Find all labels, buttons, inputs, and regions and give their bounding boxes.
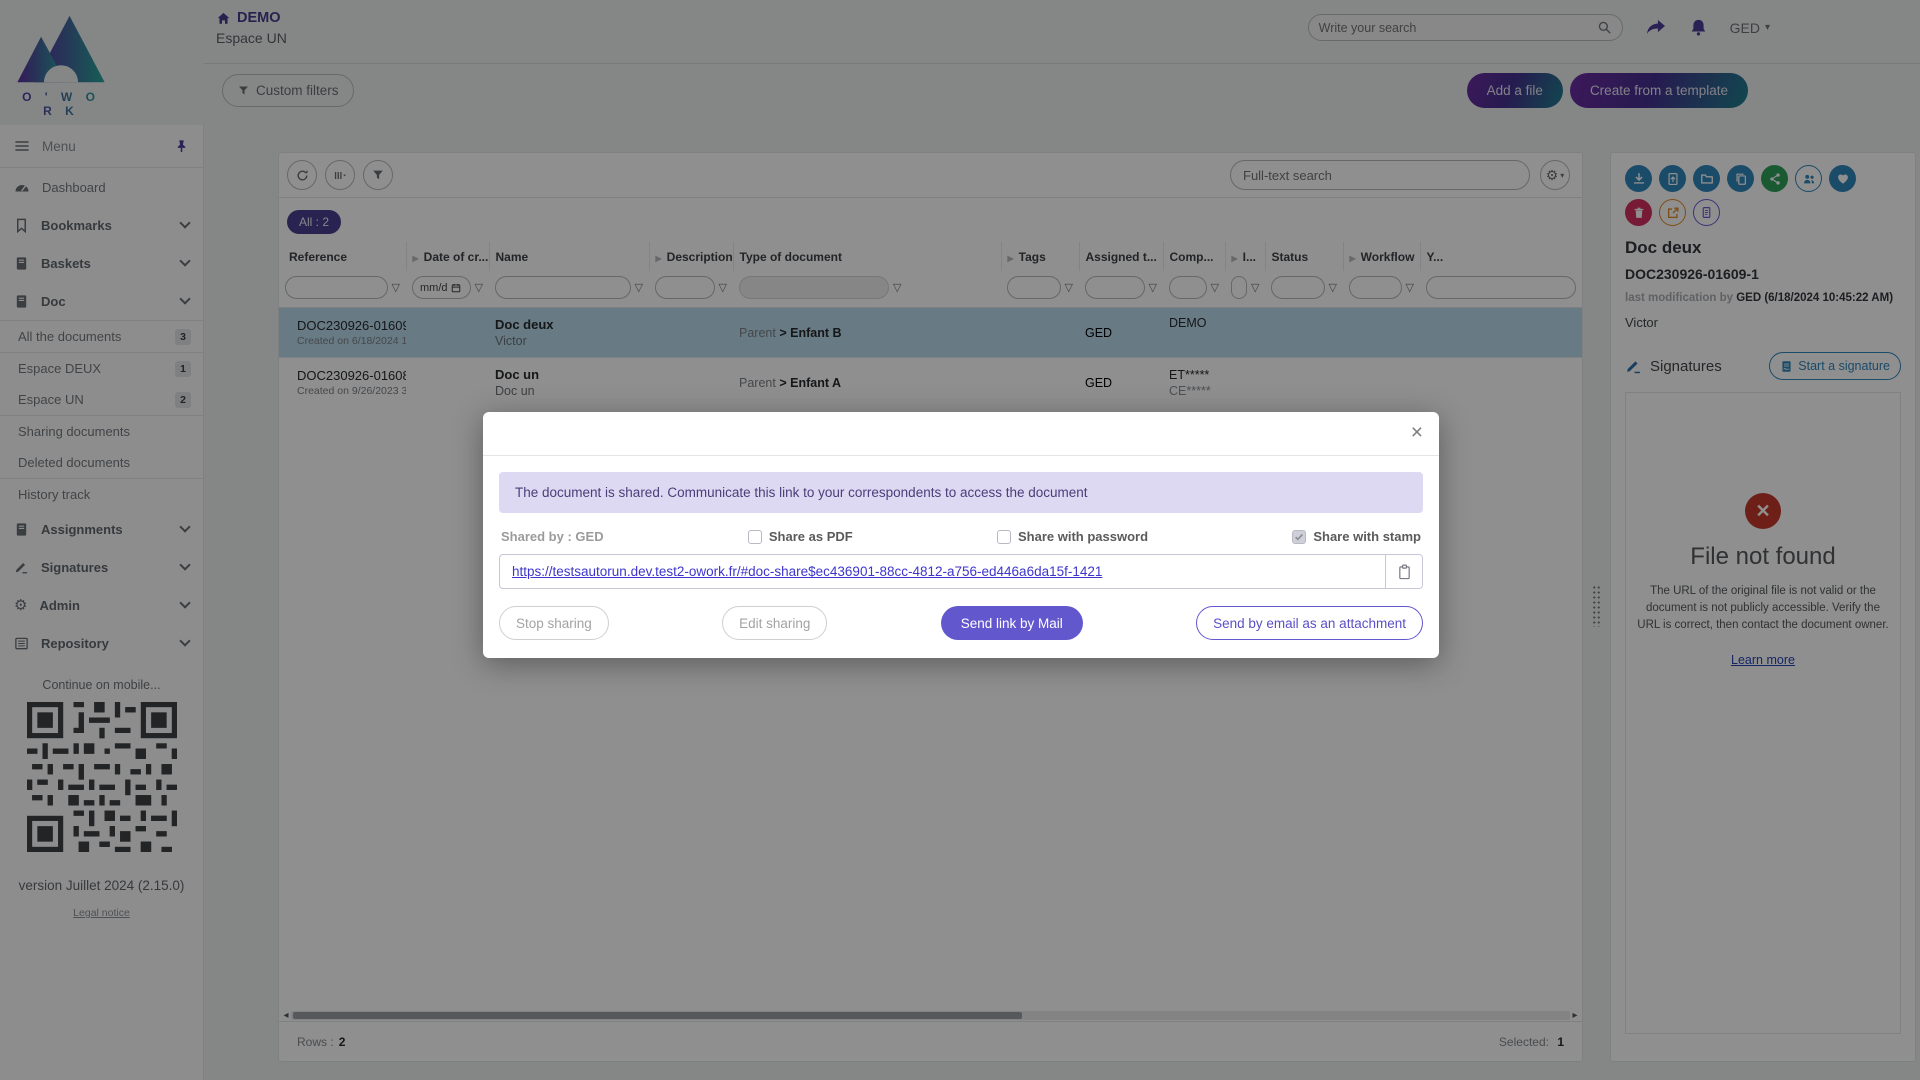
copy-link-button[interactable] <box>1385 555 1422 588</box>
edit-sharing-button[interactable]: Edit sharing <box>722 606 827 640</box>
share-link[interactable]: https://testsautorun.dev.test2-owork.fr/… <box>512 564 1102 579</box>
share-with-password-checkbox[interactable] <box>997 530 1011 544</box>
shared-by-label: Shared by : GED <box>501 529 604 544</box>
share-with-password-option[interactable]: Share with password <box>997 529 1148 544</box>
app-screen: O ' W O R K Menu Dashboard Bookmarks Bas… <box>0 0 1920 1080</box>
share-alert: The document is shared. Communicate this… <box>499 472 1423 513</box>
check-icon <box>1294 532 1304 542</box>
share-modal-header: × <box>483 412 1439 456</box>
share-with-stamp-option[interactable]: Share with stamp <box>1292 529 1421 544</box>
share-with-stamp-checkbox[interactable] <box>1292 530 1306 544</box>
share-as-pdf-label: Share as PDF <box>769 529 853 544</box>
share-with-password-label: Share with password <box>1018 529 1148 544</box>
send-link-by-mail-button[interactable]: Send link by Mail <box>941 606 1083 640</box>
share-as-pdf-option[interactable]: Share as PDF <box>748 529 853 544</box>
share-link-field[interactable]: https://testsautorun.dev.test2-owork.fr/… <box>499 554 1423 589</box>
clipboard-icon <box>1397 564 1412 580</box>
share-modal: × The document is shared. Communicate th… <box>483 412 1439 658</box>
close-icon[interactable]: × <box>1411 422 1423 443</box>
share-with-stamp-label: Share with stamp <box>1313 529 1421 544</box>
share-as-pdf-checkbox[interactable] <box>748 530 762 544</box>
stop-sharing-button[interactable]: Stop sharing <box>499 606 609 640</box>
send-by-email-attachment-button[interactable]: Send by email as an attachment <box>1196 606 1423 640</box>
